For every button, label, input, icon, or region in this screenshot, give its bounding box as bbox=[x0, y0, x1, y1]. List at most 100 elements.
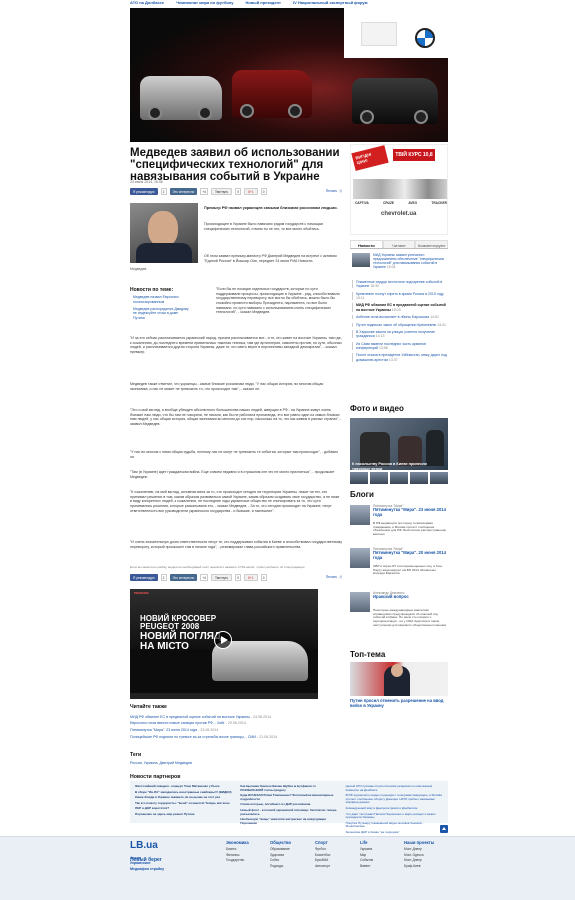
vk-share-button[interactable]: Это интересно bbox=[169, 574, 198, 581]
tab-commented[interactable]: Комментируют bbox=[415, 240, 449, 248]
footer-link[interactable]: Собес bbox=[270, 858, 314, 862]
footer-link[interactable]: Мост-Днепр bbox=[404, 847, 448, 851]
partner-link[interactable]: Так кто помогу террористы: "Беня" сознае… bbox=[135, 801, 232, 806]
footer-link[interactable]: Бизнес bbox=[226, 847, 270, 851]
googleplus-share-button[interactable]: 8+1 bbox=[244, 188, 258, 195]
print-button[interactable]: Печать ⎙ bbox=[326, 575, 342, 579]
photo-video-caption[interactable]: К посольству России в Киеве принесли тра… bbox=[352, 462, 446, 471]
tab-popular[interactable]: Читают bbox=[382, 240, 416, 248]
vk-share-button[interactable]: Это интересно bbox=[169, 188, 198, 195]
photo-thumbnail[interactable] bbox=[370, 472, 388, 484]
footer-link[interactable]: Мост-Одесса bbox=[404, 853, 448, 857]
googleplus-share-button[interactable]: 8+1 bbox=[244, 574, 258, 581]
partner-link[interactable]: Какие блюда в Украине закажете ли на рын… bbox=[135, 796, 232, 800]
read-also-item[interactable]: Пятиминутка "Мира". 23 июня 2014 года - … bbox=[130, 728, 342, 732]
video-ad-player[interactable]: РЕКЛАМА НОВИЙ КРОСОВЕР PEUGEOT 2008 НОВИ… bbox=[130, 589, 318, 699]
news-item[interactable]: Пламенное сердце восточное подозрение со… bbox=[352, 280, 448, 289]
bmw-banner-ad[interactable] bbox=[130, 8, 448, 142]
footer-column-title[interactable]: Спорт bbox=[315, 840, 359, 845]
facebook-share-button[interactable]: Я рекомендую bbox=[130, 188, 158, 195]
blog-title[interactable]: Пятиминутка "Мира". 23 июня 2014 года bbox=[373, 507, 448, 518]
partner-link[interactable]: Жесточайший скандал - концерт Тони Матви… bbox=[135, 784, 232, 789]
blog-entry[interactable]: Пятиминутка "Мира" Пятиминутка "Мира". 2… bbox=[350, 546, 448, 578]
read-also-item[interactable]: МИД РФ обвинил ЕС в предвзятой оценке со… bbox=[130, 715, 342, 719]
print-button[interactable]: Печать ⎙ bbox=[326, 189, 342, 193]
blog-title[interactable]: Иракский вопрос bbox=[373, 594, 448, 600]
footer-link[interactable]: Мир bbox=[360, 853, 404, 857]
photo-thumbnail[interactable] bbox=[410, 472, 428, 484]
top-theme-image[interactable] bbox=[350, 662, 448, 696]
read-also-item[interactable]: Полицейские РФ подняли по тревоге из-за … bbox=[130, 735, 342, 739]
facebook-share-button[interactable]: Я рекомендую bbox=[130, 574, 158, 581]
partner-link[interactable]: Новый флот - в полной украинской пятениц… bbox=[240, 808, 337, 816]
partner-link[interactable]: Как Цыганка Ошонок Вахаш Шубиа ш Бугфани… bbox=[240, 784, 337, 792]
topnav-link-worldcup[interactable]: Чемпионат мира по футболу bbox=[176, 0, 233, 7]
top-theme-title[interactable]: Топ-тема bbox=[350, 650, 385, 660]
footer-link[interactable]: Вивент bbox=[360, 864, 404, 868]
tags-links[interactable]: Россия, Украина, Дмитрий Медведев bbox=[130, 761, 342, 765]
partner-link[interactable]: Зеленские ДНР в Киеве "на террорем" bbox=[346, 830, 443, 835]
partners-column: Целый АТО признан стратегическим резерво… bbox=[346, 784, 443, 833]
chevrolet-sidebar-ad[interactable]: ВИГІДНІ ЦІНИ! ТВІЙ КУРС 10,8 CAPTIVA CRU… bbox=[350, 144, 448, 235]
partner-link[interactable]: В РФ журналисты видео подъезда с телегра… bbox=[346, 793, 443, 805]
partner-link[interactable]: Покупка Путеэкру Саакевиной видео москво… bbox=[346, 821, 443, 829]
footer-column-title[interactable]: Life bbox=[360, 840, 404, 845]
news-item[interactable]: Из Сами вывели последних часть армянов к… bbox=[352, 341, 448, 351]
read-also-item[interactable]: Евросоюз готов ввести новые санкции прот… bbox=[130, 721, 342, 725]
partner-link[interactable]: Командующий явку в Днепропетровск и Донб… bbox=[346, 806, 443, 811]
top-theme-caption[interactable]: Путин просил отменить разрешение на ввод… bbox=[350, 698, 448, 709]
partner-link[interactable]: Куда ИСЧЕЗАЯ Юлия Тимошенко? Фотоальбом … bbox=[240, 793, 337, 801]
topnav-link-ato[interactable]: АТО на Донбассе bbox=[130, 0, 164, 7]
news-item[interactable]: Ахбение сила вычисляет в лбины Бароксова… bbox=[352, 315, 448, 320]
footer-link[interactable]: Архив bbox=[130, 856, 210, 860]
footer-link[interactable]: Украина bbox=[360, 847, 404, 851]
topnav-link-forum[interactable]: IV Национальный экспертный форум bbox=[293, 0, 368, 7]
news-item[interactable]: Кремлевле почнут спреть в армии Россия в… bbox=[352, 291, 448, 301]
footer-link[interactable]: Бриф-Киев bbox=[404, 864, 448, 868]
footer-link[interactable]: Здоровье bbox=[270, 853, 314, 857]
footer-link[interactable]: Баскетбол bbox=[315, 853, 359, 857]
footer-link[interactable]: Украинские bbox=[130, 861, 210, 865]
photo-thumbnail[interactable] bbox=[390, 472, 408, 484]
footer-link[interactable]: События bbox=[360, 858, 404, 862]
related-news-link[interactable]: Медведев распорядился Дмидову не индексу… bbox=[130, 307, 190, 320]
footer-link[interactable]: Футбол bbox=[315, 847, 359, 851]
footer-link[interactable]: Автоспорт bbox=[315, 864, 359, 868]
footer-column-title[interactable]: Наши проекты bbox=[404, 840, 448, 845]
scroll-top-button[interactable] bbox=[440, 825, 448, 833]
footer-link[interactable]: Подходы bbox=[270, 864, 314, 868]
news-item[interactable]: В Харькове зашла на улицах учителя получ… bbox=[352, 329, 448, 339]
twitter-share-button[interactable]: Твитнуть bbox=[210, 574, 233, 581]
partner-link[interactable]: Что дают так граник Папоса Порошенко о м… bbox=[346, 812, 443, 820]
news-item[interactable]: МИД РФ обвинил ЕС в предвзятой оценке со… bbox=[352, 303, 448, 312]
blog-entry[interactable]: Александр Демченко Иракский вопрос Некот… bbox=[350, 590, 448, 627]
footer-link[interactable]: Финансы bbox=[226, 853, 270, 857]
partner-link[interactable]: Необычную "вещь" заметили экстрасенс на … bbox=[240, 817, 337, 825]
blog-title[interactable]: Пятиминутка "Мира". 20 июня 2014 года bbox=[373, 550, 448, 561]
related-news-link[interactable]: Медведев назвал Евросоюз политизированны… bbox=[130, 295, 190, 304]
footer-column-title[interactable]: Общество bbox=[270, 840, 314, 845]
partner-link[interactable]: Слова которые, погибшего из ДНР россияни… bbox=[240, 803, 337, 807]
photo-thumbnail[interactable] bbox=[350, 472, 368, 484]
twitter-share-button[interactable]: Твитнуть bbox=[210, 188, 233, 195]
partner-link[interactable]: Целый АТО признан стратегическим резерво… bbox=[346, 784, 443, 792]
footer-link[interactable]: Мост-Днепр bbox=[404, 858, 448, 862]
partner-link[interactable]: ЛНР и ДНР воротятся? bbox=[135, 807, 232, 811]
partner-link[interactable]: Порошенко на здесь мир решил Путина bbox=[135, 812, 232, 817]
tab-news[interactable]: Новости bbox=[350, 240, 383, 248]
news-item[interactable]: Путин подписал закон об обращении Кремле… bbox=[352, 322, 448, 327]
footer-link[interactable]: Образование bbox=[270, 847, 314, 851]
footer-link[interactable]: Государство bbox=[226, 858, 270, 862]
play-icon[interactable] bbox=[214, 631, 232, 649]
footer-column-title[interactable]: Экономика bbox=[226, 840, 270, 845]
partner-link[interactable]: В сборе "Ин-ЛА" находились иностранные с… bbox=[135, 790, 232, 795]
footer-link[interactable]: БуксКМА bbox=[315, 858, 359, 862]
news-item[interactable]: После отказа в президента Узбекистан, мэ… bbox=[352, 353, 448, 362]
footer-link[interactable]: Медиафон стройку bbox=[130, 867, 210, 871]
video-controls[interactable] bbox=[130, 693, 318, 699]
photo-video-title[interactable]: Фото и видео bbox=[350, 404, 404, 414]
photo-thumbnail[interactable] bbox=[430, 472, 448, 484]
topnav-link-president[interactable]: Новый президент bbox=[246, 0, 281, 7]
blogs-title[interactable]: Блоги bbox=[350, 490, 374, 500]
blog-entry[interactable]: Пятиминутка "Мира" Пятиминутка "Мира". 2… bbox=[350, 503, 448, 536]
